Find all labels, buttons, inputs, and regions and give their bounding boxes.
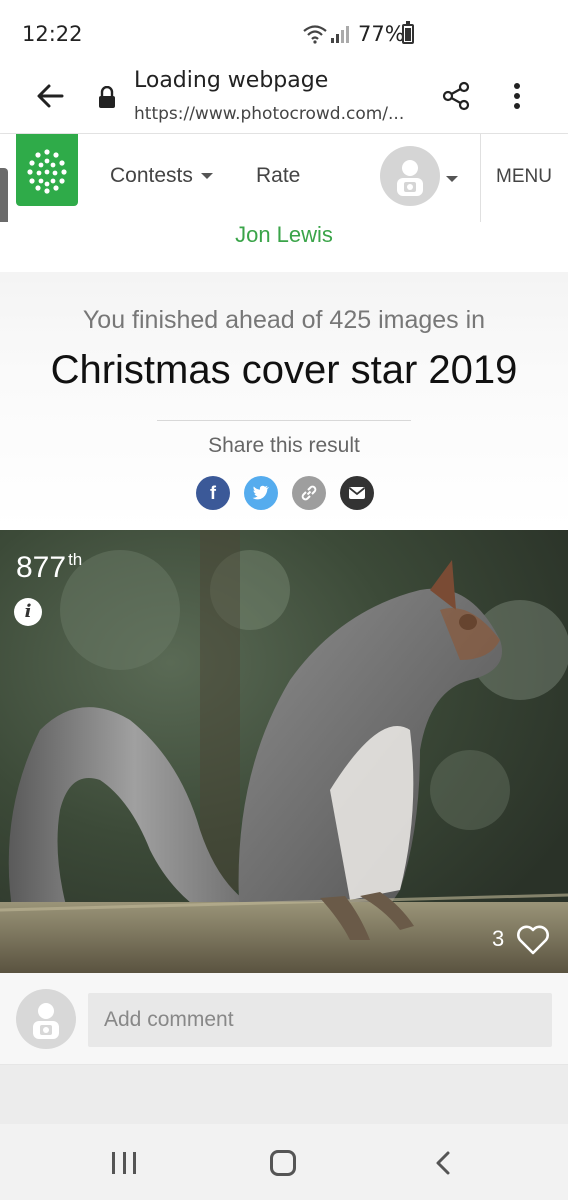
menu-button[interactable]: MENU [496,166,552,188]
divider [157,420,411,421]
rank-suffix: th [68,550,83,569]
facebook-icon[interactable]: f [196,476,230,510]
chevron-down-icon [200,173,213,180]
default-avatar-icon [33,1003,59,1039]
photocrowd-logo[interactable] [16,134,78,206]
lock-icon[interactable] [98,86,116,108]
contest-photo[interactable]: 877th i 3 [0,530,568,973]
author-strip: Jon Lewis [0,222,568,272]
email-icon[interactable] [340,476,374,510]
browser-bar: Loading webpage https://www.photocrowd.c… [0,60,568,134]
status-time: 12:22 [22,22,83,46]
url-text[interactable]: https://www.photocrowd.com/... [134,104,404,124]
system-nav-bar [0,1124,568,1200]
twitter-icon[interactable] [244,476,278,510]
share-label: Share this result [208,434,360,457]
default-avatar-icon [397,160,423,196]
info-icon[interactable]: i [14,598,42,626]
squirrel-photo [0,530,568,973]
author-name[interactable]: Jon Lewis [0,222,568,248]
status-bar: 12:22 77% [0,0,568,60]
comment-area: Add comment [0,973,568,1065]
result-section: You finished ahead of 425 images in Chri… [0,272,568,530]
site-header: Contests Rate MENU [0,134,568,222]
rank-number: 877 [16,551,67,584]
home-icon[interactable] [270,1150,296,1176]
share-icon[interactable] [440,80,472,112]
rank-badge: 877th [16,550,82,585]
wifi-icon [303,25,327,44]
result-lead-text: You finished ahead of 425 images in [82,306,486,334]
nav-divider [480,134,481,222]
signal-icon [331,26,349,43]
back-icon[interactable] [432,1150,456,1176]
more-options-icon[interactable] [502,78,532,114]
comment-input[interactable]: Add comment [88,993,552,1047]
logo-dots-icon [27,149,67,194]
recent-apps-icon[interactable] [112,1152,136,1174]
contest-title[interactable]: Christmas cover star 2019 [0,348,568,393]
nav-rate[interactable]: Rate [256,164,300,188]
chevron-down-icon[interactable] [446,176,458,182]
nav-contests[interactable]: Contests [110,164,213,188]
link-icon[interactable] [292,476,326,510]
social-share-row: f [196,476,374,510]
battery-icon [402,21,414,44]
like-count: 3 [492,926,505,951]
battery-percent: 77% [358,22,405,46]
heart-icon[interactable] [516,924,550,956]
user-avatar[interactable] [380,146,440,206]
page-title: Loading webpage [134,68,329,93]
commenter-avatar [16,989,76,1049]
back-arrow-icon[interactable] [32,78,68,114]
nav-contests-label: Contests [110,164,193,187]
